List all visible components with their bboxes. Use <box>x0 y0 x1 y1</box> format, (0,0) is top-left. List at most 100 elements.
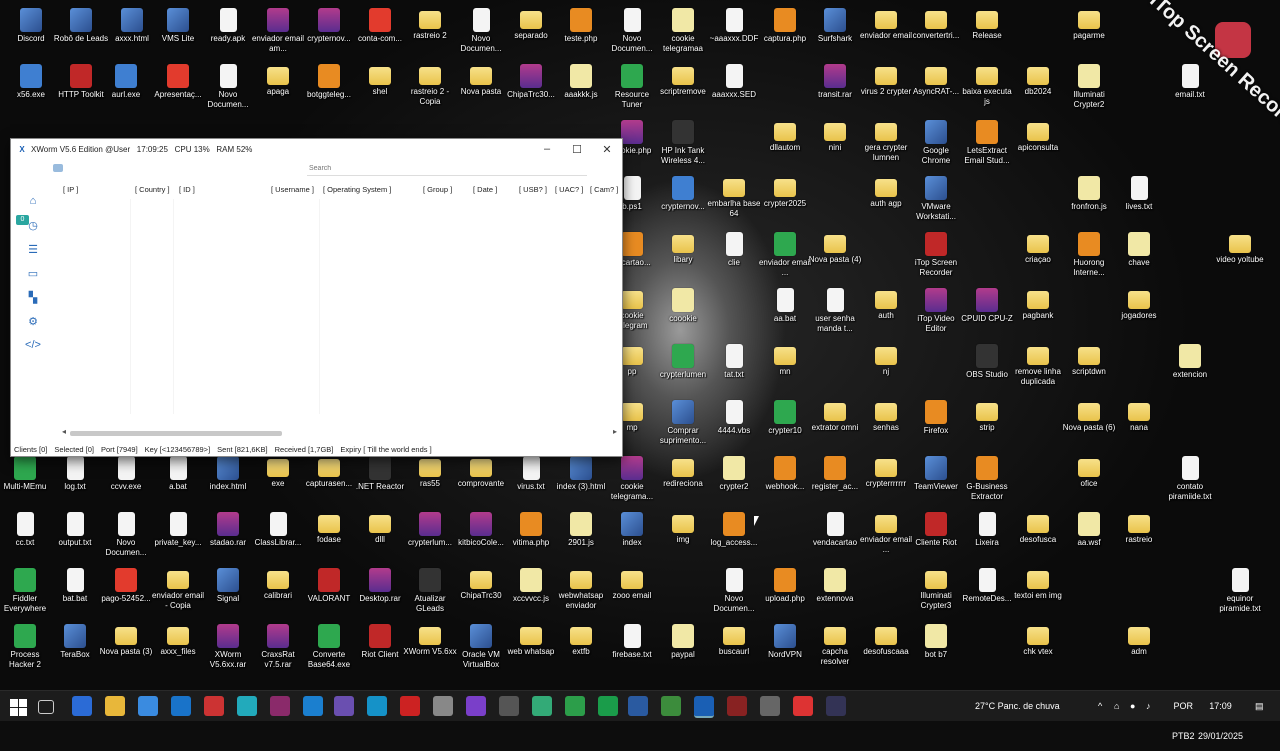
column-os[interactable]: [ Operating System ] <box>323 185 391 194</box>
desktop-icon[interactable]: teste.php <box>553 4 609 44</box>
builder-icon[interactable]: ▚ <box>11 285 55 309</box>
desktop-icon[interactable]: equinor piramide.txt <box>1212 564 1268 614</box>
desktop-icon[interactable]: extennova <box>807 564 863 604</box>
clients-table[interactable] <box>55 199 621 414</box>
screen-icon[interactable]: ▭ <box>11 261 55 285</box>
desktop-icon[interactable]: register_ac... <box>807 452 863 492</box>
desktop-icon[interactable]: baixa executa js <box>959 60 1015 107</box>
desktop-icon[interactable]: rastreio <box>1111 508 1167 545</box>
desktop-icon[interactable]: Nova pasta (4) <box>807 228 863 265</box>
taskbar-app-store-icon[interactable] <box>138 696 158 716</box>
tray-mic-icon[interactable]: ● <box>1130 691 1135 721</box>
desktop-icon[interactable]: enviador email - Copia <box>150 564 206 611</box>
scroll-thumb[interactable] <box>70 431 282 436</box>
tray-chevron-icon[interactable]: ^ <box>1098 691 1102 721</box>
taskbar-app-anydesk-icon[interactable] <box>793 696 813 716</box>
desktop-icon[interactable]: jogadores <box>1111 284 1167 321</box>
maximize-button[interactable]: ☐ <box>562 143 592 156</box>
desktop-icon[interactable]: Atualizar GLeads <box>402 564 458 614</box>
desktop-icon[interactable]: email.txt <box>1162 60 1218 100</box>
desktop-icon[interactable]: index (3).html <box>553 452 609 492</box>
desktop-icon[interactable]: crypternov... <box>655 172 711 212</box>
desktop-icon[interactable]: rastreio 2 <box>402 4 458 41</box>
tray-network-icon[interactable]: ⌂ <box>1114 691 1119 721</box>
desktop-icon[interactable]: pagbank <box>1010 284 1066 321</box>
taskbar-app-snip-icon[interactable] <box>237 696 257 716</box>
desktop-icon[interactable]: Illuminati Crypter2 <box>1061 60 1117 110</box>
desktop-icon[interactable]: chave <box>1111 228 1167 268</box>
desktop-icon[interactable]: Illuminati Crypter3 <box>908 564 964 611</box>
desktop-icon[interactable]: ofice <box>1061 452 1117 489</box>
desktop-icon[interactable]: separado <box>503 4 559 41</box>
desktop-icon[interactable]: VALORANT <box>301 564 357 604</box>
desktop-icon[interactable]: enviador email ... <box>858 508 914 555</box>
xworm-window[interactable]: X XWorm V5.6 Edition @User 17:09:25 CPU … <box>10 138 623 457</box>
desktop-icon[interactable]: Oracle VM VirtualBox <box>453 620 509 670</box>
taskbar-app-discord-icon[interactable] <box>334 696 354 716</box>
taskbar-app-xworm-icon[interactable] <box>694 696 714 718</box>
desktop-icon[interactable]: calibrari <box>250 564 306 601</box>
desktop-icon[interactable]: Novo Documen... <box>604 4 660 54</box>
desktop-icon[interactable]: ChipaTrc30 <box>453 564 509 601</box>
title-bar[interactable]: X XWorm V5.6 Edition @User 17:09:25 CPU … <box>11 139 622 159</box>
desktop-icon[interactable]: crypterlumen <box>655 340 711 380</box>
list-icon[interactable]: ☰ <box>11 237 55 261</box>
desktop-icon[interactable]: Comprar suprimento... <box>655 396 711 446</box>
taskbar-app-camera-icon[interactable] <box>760 696 780 716</box>
desktop-icon[interactable]: botggteleg... <box>301 60 357 100</box>
column-group[interactable]: [ Group ] <box>423 185 452 194</box>
desktop-icon[interactable]: clie <box>706 228 762 268</box>
desktop-icon[interactable]: fodase <box>301 508 357 545</box>
desktop-icon[interactable]: contato piramiide.txt <box>1162 452 1218 502</box>
column-cam[interactable]: [ Cam? ] <box>590 185 618 194</box>
taskbar-app-edge-icon[interactable] <box>303 696 323 716</box>
taskbar-app-copilot-icon[interactable] <box>72 696 92 716</box>
desktop-icon[interactable]: tat.txt <box>706 340 762 380</box>
desktop-icon[interactable]: scriptdwn <box>1061 340 1117 377</box>
desktop-icon[interactable]: video yoltube <box>1212 228 1268 265</box>
desktop-icon[interactable]: mn <box>757 340 813 377</box>
desktop-icon[interactable]: aurl.exe <box>98 60 154 100</box>
desktop-icon[interactable]: a.bat <box>150 452 206 492</box>
scroll-left-icon[interactable]: ◂ <box>62 427 66 436</box>
desktop-icon[interactable]: exe <box>250 452 306 489</box>
desktop-icon[interactable]: dllautom <box>757 116 813 153</box>
desktop-icon[interactable]: enviador email <box>858 4 914 41</box>
weather-widget[interactable]: 27°C Panc. de chuva <box>975 691 1060 721</box>
desktop-icon[interactable]: Process Hacker 2 <box>0 620 53 670</box>
desktop-icon[interactable]: vendacartao <box>807 508 863 548</box>
desktop-icon[interactable]: nj <box>858 340 914 377</box>
desktop-icon[interactable]: iTop Screen Recorder <box>908 228 964 278</box>
desktop-icon[interactable]: desofuscaaa <box>858 620 914 657</box>
settings-icon[interactable]: ⚙ <box>11 309 55 333</box>
desktop-icon[interactable]: ras55 <box>402 452 458 489</box>
column-country[interactable]: [ Country ] <box>135 185 170 194</box>
desktop-icon[interactable]: db2024 <box>1010 60 1066 97</box>
taskbar-app-outlook-icon[interactable] <box>171 696 191 716</box>
minimize-button[interactable]: – <box>532 143 562 155</box>
taskbar-app-explorer-icon[interactable] <box>105 696 125 716</box>
desktop-icon[interactable]: ccvv.exe <box>98 452 154 492</box>
desktop-icon[interactable]: redireciona <box>655 452 711 489</box>
desktop-icon[interactable]: firebase.txt <box>604 620 660 660</box>
clients-icon[interactable]: 0 ◷ <box>11 213 55 237</box>
desktop-icon[interactable]: Novo Documen... <box>200 60 256 110</box>
taskbar-app-recorder-icon[interactable] <box>204 696 224 716</box>
desktop-icon[interactable]: pagarme <box>1061 4 1117 41</box>
column-username[interactable]: [ Username ] <box>271 185 314 194</box>
desktop-icon[interactable]: NordVPN <box>757 620 813 660</box>
desktop-icon[interactable]: axxx_files <box>150 620 206 657</box>
desktop-icon[interactable]: VMS Lite <box>150 4 206 44</box>
desktop-icon[interactable]: senhas <box>858 396 914 433</box>
taskbar-app-misc-icon[interactable] <box>826 696 846 716</box>
desktop-icon[interactable]: pago-52452... <box>98 564 154 604</box>
desktop-icon[interactable]: rastreio 2 - Copia <box>402 60 458 107</box>
desktop-icon[interactable]: Surfshark <box>807 4 863 44</box>
desktop-icon[interactable]: enviador email ... <box>757 228 813 278</box>
taskbar-app-gear-icon[interactable] <box>661 696 681 716</box>
desktop-icon[interactable]: LetsExtract Email Stud... <box>959 116 1015 166</box>
desktop-icon[interactable]: kitbicoCole... <box>453 508 509 548</box>
desktop-icon[interactable]: upload.php <box>757 564 813 604</box>
desktop-icon[interactable]: fronfron.js <box>1061 172 1117 212</box>
desktop-icon[interactable]: ClassLibrar... <box>250 508 306 548</box>
